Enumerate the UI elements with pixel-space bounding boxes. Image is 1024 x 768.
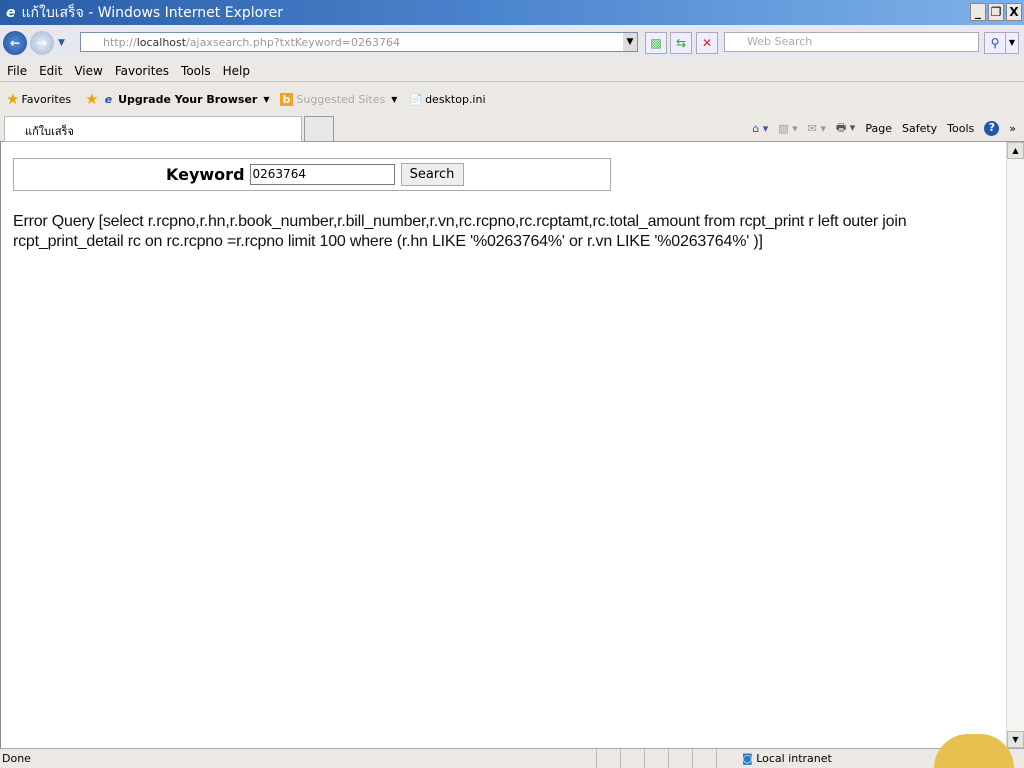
scroll-up-icon[interactable]: ▲ <box>1007 142 1024 159</box>
address-prefix: http:// <box>103 35 137 49</box>
recent-pages-dropdown-icon[interactable]: ▼ <box>58 38 65 48</box>
address-path: /ajaxsearch.php?txtKeyword=0263764 <box>186 35 400 49</box>
page-menu[interactable]: Page <box>865 122 892 135</box>
forward-button[interactable]: → <box>30 31 54 55</box>
intranet-icon: ◙ <box>742 752 753 765</box>
tab-title: แก้ใบเสร็จ <box>25 125 74 138</box>
ie-logo-icon: e <box>6 4 16 21</box>
safety-menu[interactable]: Safety <box>902 122 937 135</box>
feeds-icon[interactable]: ▧ ▾ <box>778 122 797 135</box>
status-text: Done <box>2 752 31 765</box>
scroll-down-icon[interactable]: ▼ <box>1007 731 1024 748</box>
keyword-label: Keyword <box>166 165 245 184</box>
upgrade-dropdown-icon[interactable]: ▼ <box>263 95 269 104</box>
web-search-input[interactable]: Web Search <box>724 32 979 52</box>
zone-indicator: ◙ Local intranet <box>742 752 832 765</box>
home-icon[interactable]: ⌂ ▾ <box>752 122 768 135</box>
menu-favorites[interactable]: Favorites <box>115 64 169 78</box>
close-button[interactable]: X <box>1006 3 1022 21</box>
file-icon: 📄 <box>409 92 424 106</box>
favorites-button[interactable]: Favorites <box>21 93 71 106</box>
address-bar[interactable]: http://localhost/ajaxsearch.php?txtKeywo… <box>80 32 638 52</box>
mail-icon[interactable]: ✉ ▾ <box>808 122 826 135</box>
bing-icon: b <box>279 92 294 106</box>
more-commands-button[interactable]: » <box>1009 122 1016 135</box>
help-icon[interactable]: ? <box>984 121 1000 136</box>
search-options-icon[interactable]: ▼ <box>1005 32 1019 54</box>
tab-current[interactable]: แก้ใบเสร็จ <box>4 116 302 142</box>
menu-bar: File Edit View Favorites Tools Help <box>0 60 1024 82</box>
menu-view[interactable]: View <box>74 64 102 78</box>
page-content: Keyword 0263764 Search Error Query [sele… <box>0 142 1006 748</box>
title-bar: e แก้ใบเสร็จ - Windows Internet Explorer… <box>0 0 1024 25</box>
keyword-input[interactable]: 0263764 <box>249 164 395 185</box>
suggested-sites-link[interactable]: Suggested Sites <box>296 93 385 106</box>
status-bar: Done ◙ Local intranet <box>0 734 1024 768</box>
tools-menu[interactable]: Tools <box>947 122 974 135</box>
address-host: localhost <box>136 35 187 49</box>
add-favorites-icon[interactable]: ★ <box>85 90 98 108</box>
vertical-scrollbar[interactable]: ▲ ▼ <box>1006 142 1024 748</box>
favorites-star-icon: ★ <box>6 90 20 108</box>
menu-help[interactable]: Help <box>223 64 250 78</box>
window-title: แก้ใบเสร็จ - Windows Internet Explorer <box>21 4 284 21</box>
menu-file[interactable]: File <box>7 64 27 78</box>
restore-button[interactable]: ❐ <box>988 3 1004 21</box>
favorites-bar: ★ Favorites ★ e Upgrade Your Browser ▼ b… <box>0 84 1024 114</box>
search-button[interactable]: Search <box>400 163 464 186</box>
back-button[interactable]: ← <box>3 31 27 55</box>
menu-edit[interactable]: Edit <box>39 64 62 78</box>
new-tab-button[interactable] <box>304 116 334 142</box>
zone-label: Local intranet <box>756 752 832 765</box>
upgrade-browser-link[interactable]: Upgrade Your Browser <box>118 93 257 106</box>
refresh-icon[interactable]: ⇆ <box>670 32 692 54</box>
minimize-button[interactable]: _ <box>970 3 986 21</box>
search-icon[interactable]: ⚲ <box>984 32 1006 54</box>
print-icon[interactable]: 🖶 ▾ <box>836 119 855 138</box>
compatibility-view-icon[interactable]: ▨ <box>645 32 667 54</box>
menu-tools[interactable]: Tools <box>181 64 211 78</box>
search-form: Keyword 0263764 Search <box>13 158 611 191</box>
address-row: ← → ▼ http://localhost/ajaxsearch.php?tx… <box>0 26 1024 60</box>
suggested-dropdown-icon[interactable]: ▼ <box>391 95 397 104</box>
tab-row: แก้ใบเสร็จ ⌂ ▾ ▧ ▾ ✉ ▾ 🖶 ▾ Page Safety T… <box>0 114 1024 142</box>
address-dropdown-icon[interactable]: ▼ <box>623 33 637 51</box>
desktop-ini-link[interactable]: desktop.ini <box>425 93 485 106</box>
stop-icon[interactable]: ✕ <box>696 32 718 54</box>
error-message: Error Query [select r.rcpno,r.hn,r.book_… <box>13 213 907 250</box>
ie-page-icon: e <box>104 92 113 106</box>
